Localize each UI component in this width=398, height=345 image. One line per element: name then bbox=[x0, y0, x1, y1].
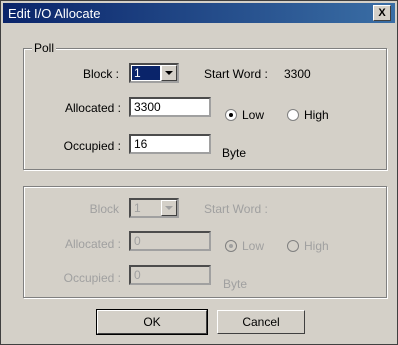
start-word-label-disabled: Start Word : bbox=[204, 202, 268, 216]
close-icon: X bbox=[378, 7, 386, 19]
low-radio-disabled bbox=[225, 240, 237, 252]
chevron-down-icon bbox=[165, 71, 173, 75]
start-word-label: Start Word : bbox=[204, 67, 268, 81]
low-radio-dot bbox=[229, 113, 233, 117]
occupied-unit-disabled: Byte bbox=[223, 277, 248, 291]
window-title: Edit I/O Allocate bbox=[8, 6, 101, 21]
allocated-label: Allocated : bbox=[64, 101, 121, 115]
title-bar[interactable]: Edit I/O Allocate X bbox=[3, 3, 395, 23]
chevron-down-icon bbox=[165, 206, 173, 210]
allocated-label-disabled: Allocated : bbox=[64, 237, 121, 251]
cancel-button[interactable]: Cancel bbox=[217, 310, 305, 334]
block-label: Block : bbox=[82, 67, 119, 81]
block-combobox[interactable]: 1 bbox=[129, 63, 179, 83]
occupied-unit: Byte bbox=[222, 146, 247, 160]
occupied-input[interactable]: 16 bbox=[129, 134, 211, 154]
block-value-disabled: 1 bbox=[134, 201, 141, 215]
high-radio-disabled bbox=[287, 240, 299, 252]
close-button[interactable]: X bbox=[373, 5, 391, 21]
block-value: 1 bbox=[132, 66, 160, 80]
high-radio[interactable] bbox=[287, 109, 299, 121]
start-word-value: 3300 bbox=[284, 67, 311, 81]
allocated-input[interactable]: 3300 bbox=[129, 97, 211, 117]
low-label-disabled: Low bbox=[242, 239, 265, 253]
low-radio[interactable] bbox=[225, 109, 237, 121]
block-combobox-disabled: 1 bbox=[129, 198, 179, 218]
block-label-disabled: Block bbox=[89, 202, 119, 216]
occupied-label: Occupied : bbox=[63, 139, 121, 153]
block-dropdown-button[interactable] bbox=[161, 65, 177, 81]
low-radio-dot-disabled bbox=[229, 244, 233, 248]
occupied-input-disabled: 0 bbox=[129, 265, 211, 285]
allocated-input-disabled: 0 bbox=[129, 231, 211, 251]
edit-io-allocate-dialog: Edit I/O Allocate X Poll Block : 1 Start… bbox=[0, 0, 398, 345]
poll-group-label: Poll bbox=[32, 41, 57, 55]
occupied-label-disabled: Occupied : bbox=[63, 271, 121, 285]
ok-button[interactable]: OK bbox=[96, 309, 208, 335]
high-label: High bbox=[304, 108, 329, 122]
low-label: Low bbox=[242, 108, 265, 122]
block-dropdown-button-disabled bbox=[161, 200, 177, 216]
high-label-disabled: High bbox=[304, 239, 329, 253]
